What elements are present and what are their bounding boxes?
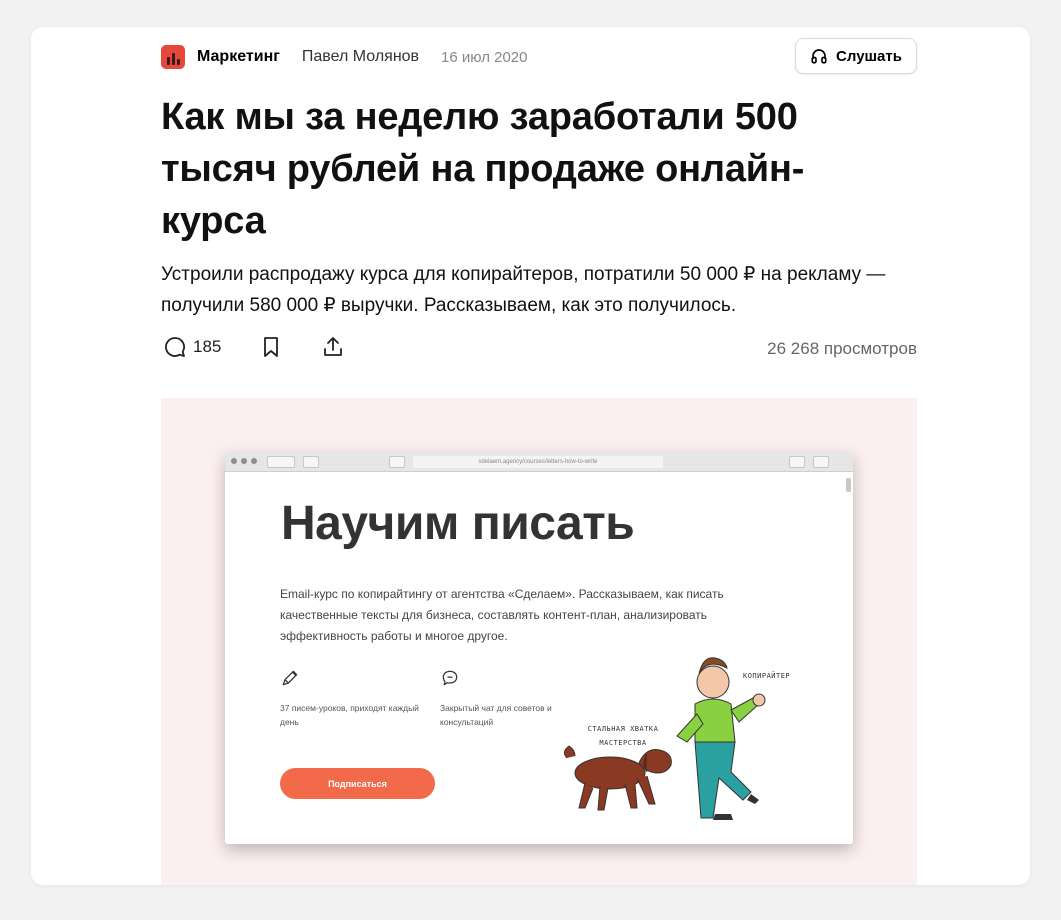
share-small-icon: [789, 456, 805, 468]
rubric-icon: [161, 45, 185, 69]
views-count: 26 268 просмотров: [767, 339, 917, 358]
article-card: Маркетинг Павел Молянов 16 июл 2020 Слуш…: [31, 27, 1030, 885]
rubric-link[interactable]: Маркетинг: [197, 48, 280, 66]
browser-toolbar: sdelaem.agency/courses/letters-how-to-wr…: [225, 452, 853, 472]
nav-arrows-icon: [267, 456, 295, 468]
browser-screenshot: sdelaem.agency/courses/letters-how-to-wr…: [225, 452, 853, 844]
listen-label: Слушать: [836, 47, 902, 65]
listen-button[interactable]: Слушать: [795, 38, 917, 74]
article-meta: Маркетинг Павел Молянов 16 июл 2020 Слуш…: [161, 38, 917, 74]
window-controls-icon: [231, 458, 257, 464]
feature-letters-text: 37 писем-уроков, приходят каждый день: [280, 703, 419, 727]
feature-letters: 37 писем-уроков, приходят каждый день: [280, 668, 430, 729]
article-title: Как мы за неделю заработали 500 тысяч ру…: [161, 96, 805, 242]
comments-button[interactable]: 185: [163, 335, 221, 359]
comments-count: 185: [193, 337, 222, 356]
headphones-icon: [811, 49, 827, 64]
bookmark-icon: [264, 337, 278, 357]
sidebar-icon: [303, 456, 319, 468]
author-link[interactable]: Павел Молянов: [302, 48, 419, 66]
subscribe-button: Подписаться: [280, 768, 435, 799]
chat-icon: [442, 670, 458, 686]
address-bar: sdelaem.agency/courses/letters-how-to-wr…: [413, 456, 663, 468]
hero-text: Email-курс по копирайтингу от агентства …: [280, 587, 724, 643]
article-cover-image: sdelaem.agency/courses/letters-how-to-wr…: [161, 398, 917, 885]
share-icon: [324, 337, 342, 356]
article-lead: Устроили распродажу курса для копирайтер…: [161, 264, 886, 316]
tabs-icon: [813, 456, 829, 468]
publish-date: 16 июл 2020: [441, 48, 528, 66]
comment-icon: [165, 337, 185, 357]
pencil-icon: [282, 670, 298, 686]
scrollbar: [846, 478, 851, 492]
shield-icon: [389, 456, 405, 468]
article-actions: 185 26 268 просмотров: [161, 335, 917, 365]
caption-copywriter: КОПИРАЙТЕР: [743, 672, 791, 680]
bookmark-button[interactable]: [259, 335, 283, 359]
hero-heading: Научим писать: [281, 497, 635, 550]
caption-grip: СТАЛЬНАЯ ХВАТКА МАСТЕРСТВА: [587, 725, 659, 747]
share-button[interactable]: [321, 335, 345, 359]
